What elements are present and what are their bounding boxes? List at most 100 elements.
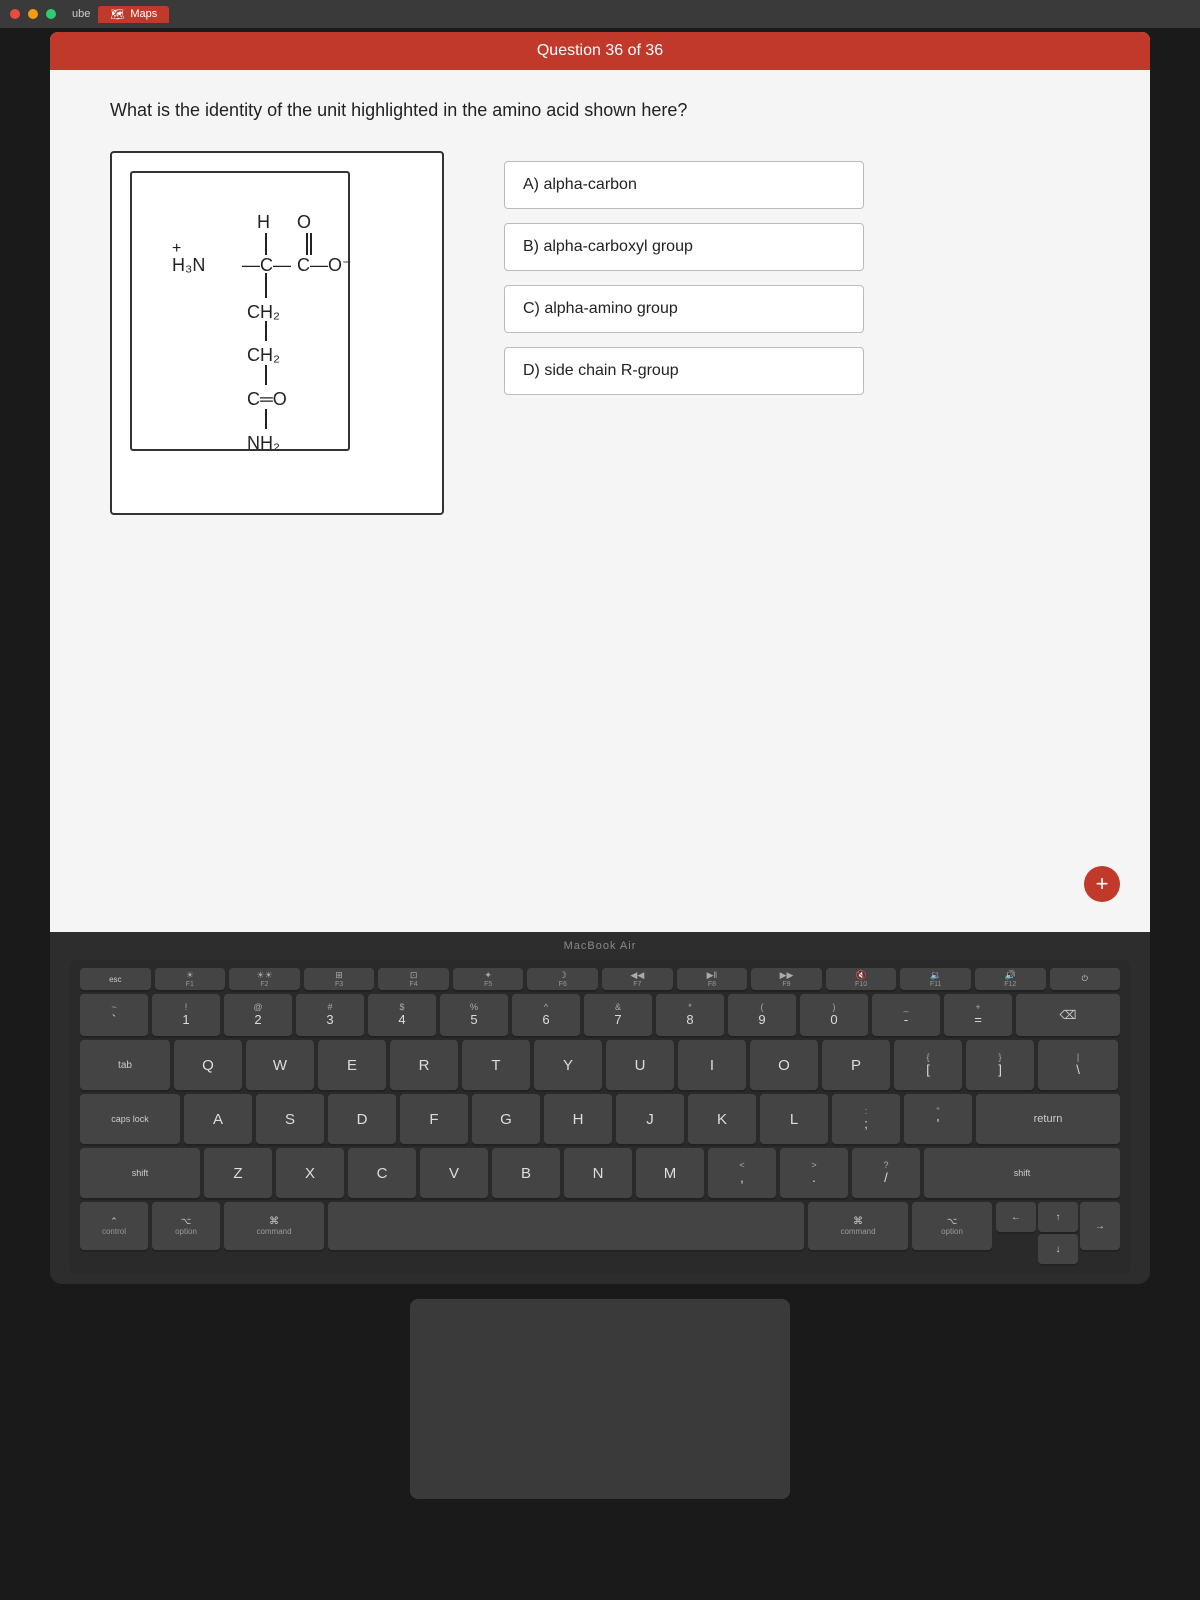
- answer-option-d[interactable]: D) side chain R-group: [504, 347, 864, 395]
- key-command-left[interactable]: ⌘ command: [224, 1202, 324, 1250]
- key-shift-right[interactable]: shift: [924, 1148, 1120, 1198]
- key-shift-left[interactable]: shift: [80, 1148, 200, 1198]
- key-s[interactable]: S: [256, 1094, 324, 1144]
- key-1[interactable]: !1: [152, 994, 220, 1036]
- key-touchid[interactable]: ⏻: [1050, 968, 1121, 990]
- key-return[interactable]: return: [976, 1094, 1120, 1144]
- minimize-dot[interactable]: [28, 9, 38, 19]
- key-b[interactable]: B: [492, 1148, 560, 1198]
- svg-text:CH₂: CH₂: [247, 302, 280, 322]
- key-option-left[interactable]: ⌥ option: [152, 1202, 220, 1250]
- key-f2[interactable]: ☀☀F2: [229, 968, 300, 990]
- key-0[interactable]: )0: [800, 994, 868, 1036]
- macbook-label: MacBook Air: [70, 940, 1130, 952]
- key-j[interactable]: J: [616, 1094, 684, 1144]
- key-f12[interactable]: 🔊F12: [975, 968, 1046, 990]
- key-u[interactable]: U: [606, 1040, 674, 1090]
- key-f6[interactable]: ☽F6: [527, 968, 598, 990]
- key-f[interactable]: F: [400, 1094, 468, 1144]
- key-q[interactable]: Q: [174, 1040, 242, 1090]
- key-backtick[interactable]: ~`: [80, 994, 148, 1036]
- close-dot[interactable]: [10, 9, 20, 19]
- key-p[interactable]: P: [822, 1040, 890, 1090]
- key-backslash[interactable]: |\: [1038, 1040, 1118, 1090]
- answer-option-a[interactable]: A) alpha-carbon: [504, 161, 864, 209]
- key-lbracket[interactable]: {[: [894, 1040, 962, 1090]
- key-d[interactable]: D: [328, 1094, 396, 1144]
- key-n[interactable]: N: [564, 1148, 632, 1198]
- key-h[interactable]: H: [544, 1094, 612, 1144]
- key-3[interactable]: #3: [296, 994, 364, 1036]
- key-2[interactable]: @2: [224, 994, 292, 1036]
- trackpad[interactable]: [410, 1299, 790, 1499]
- key-v[interactable]: V: [420, 1148, 488, 1198]
- answer-option-b[interactable]: B) alpha-carboxyl group: [504, 223, 864, 271]
- key-control[interactable]: ⌃ control: [80, 1202, 148, 1250]
- key-rbracket[interactable]: }]: [966, 1040, 1034, 1090]
- key-f7[interactable]: ◀◀F7: [602, 968, 673, 990]
- key-option-right[interactable]: ⌥ option: [912, 1202, 992, 1250]
- key-capslock[interactable]: caps lock: [80, 1094, 180, 1144]
- laptop-screen: Question 36 of 36 What is the identity o…: [50, 32, 1150, 932]
- key-arrow-left[interactable]: ←: [996, 1202, 1036, 1232]
- key-x[interactable]: X: [276, 1148, 344, 1198]
- key-semicolon[interactable]: :;: [832, 1094, 900, 1144]
- key-9[interactable]: (9: [728, 994, 796, 1036]
- key-f5[interactable]: ✦F5: [453, 968, 524, 990]
- answer-option-c[interactable]: C) alpha-amino group: [504, 285, 864, 333]
- key-f11[interactable]: 🔉F11: [900, 968, 971, 990]
- key-period[interactable]: >.: [780, 1148, 848, 1198]
- key-t[interactable]: T: [462, 1040, 530, 1090]
- key-4[interactable]: $4: [368, 994, 436, 1036]
- key-i[interactable]: I: [678, 1040, 746, 1090]
- maps-tab[interactable]: 🗺 Maps: [98, 6, 169, 23]
- tab-label-ube: ube: [72, 8, 90, 20]
- key-o[interactable]: O: [750, 1040, 818, 1090]
- key-r[interactable]: R: [390, 1040, 458, 1090]
- key-l[interactable]: L: [760, 1094, 828, 1144]
- quiz-header-bar: Question 36 of 36: [50, 32, 1150, 70]
- arrow-keys: ← ↑ ↓ →: [996, 1202, 1120, 1264]
- key-quote[interactable]: "': [904, 1094, 972, 1144]
- number-row: ~` !1 @2 #3 $4 %5 ^6 &7 *8 (9 )0 _- += ⌫: [80, 994, 1120, 1036]
- key-arrow-up[interactable]: ↑: [1038, 1202, 1078, 1232]
- key-comma[interactable]: <,: [708, 1148, 776, 1198]
- key-slash[interactable]: ?/: [852, 1148, 920, 1198]
- key-z[interactable]: Z: [204, 1148, 272, 1198]
- key-7[interactable]: &7: [584, 994, 652, 1036]
- key-equals[interactable]: +=: [944, 994, 1012, 1036]
- browser-bar: ube 🗺 Maps: [0, 0, 1200, 28]
- svg-text:CH₂: CH₂: [247, 345, 280, 365]
- key-g[interactable]: G: [472, 1094, 540, 1144]
- key-minus[interactable]: _-: [872, 994, 940, 1036]
- key-command-right[interactable]: ⌘ command: [808, 1202, 908, 1250]
- key-6[interactable]: ^6: [512, 994, 580, 1036]
- maps-tab-label: Maps: [130, 8, 157, 20]
- key-e[interactable]: E: [318, 1040, 386, 1090]
- key-5[interactable]: %5: [440, 994, 508, 1036]
- key-backspace[interactable]: ⌫: [1016, 994, 1120, 1036]
- key-fn-escape[interactable]: esc: [80, 968, 151, 990]
- maximize-dot[interactable]: [46, 9, 56, 19]
- key-k[interactable]: K: [688, 1094, 756, 1144]
- key-arrow-down[interactable]: ↓: [1038, 1234, 1078, 1264]
- key-y[interactable]: Y: [534, 1040, 602, 1090]
- key-arrow-right[interactable]: →: [1080, 1202, 1120, 1250]
- key-m[interactable]: M: [636, 1148, 704, 1198]
- key-c[interactable]: C: [348, 1148, 416, 1198]
- key-space[interactable]: [328, 1202, 804, 1250]
- key-f1[interactable]: ☀F1: [155, 968, 226, 990]
- svg-text:H: H: [257, 212, 270, 232]
- key-f9[interactable]: ▶▶F9: [751, 968, 822, 990]
- key-f3[interactable]: ⊞F3: [304, 968, 375, 990]
- key-w[interactable]: W: [246, 1040, 314, 1090]
- keyboard: esc ☀F1 ☀☀F2 ⊞F3 ⊡F4 ✦F5 ☽F6 ◀◀F7 ▶‖F8 ▶…: [70, 960, 1130, 1274]
- key-tab[interactable]: tab: [80, 1040, 170, 1090]
- key-a[interactable]: A: [184, 1094, 252, 1144]
- key-f8[interactable]: ▶‖F8: [677, 968, 748, 990]
- key-f4[interactable]: ⊡F4: [378, 968, 449, 990]
- key-f10[interactable]: 🔇F10: [826, 968, 897, 990]
- svg-text:C═O: C═O: [247, 389, 287, 409]
- key-8[interactable]: *8: [656, 994, 724, 1036]
- plus-button[interactable]: +: [1084, 866, 1120, 902]
